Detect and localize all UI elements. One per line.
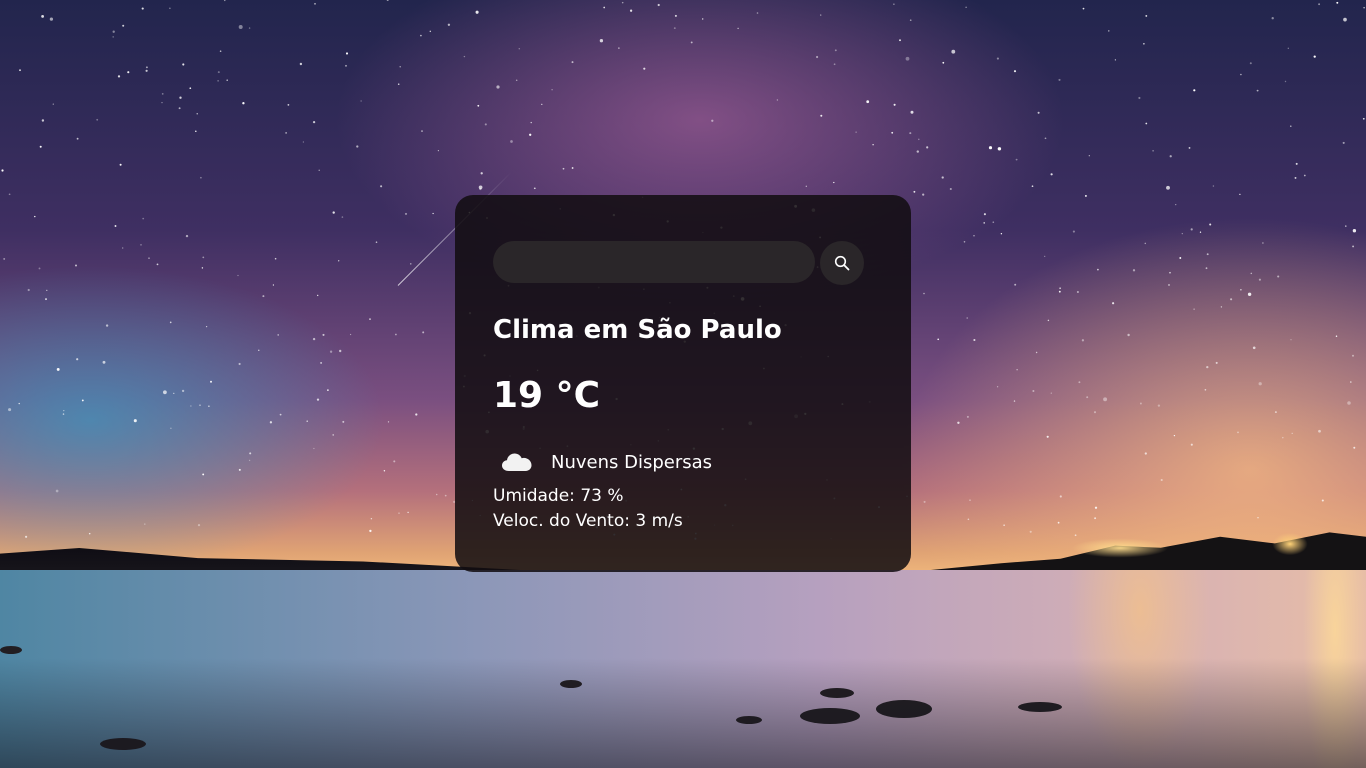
cloud-icon <box>502 453 532 471</box>
search-icon <box>834 255 850 271</box>
wind-value: 3 m/s <box>635 511 683 531</box>
rock <box>800 708 860 724</box>
rock <box>820 688 854 698</box>
rock <box>1018 702 1062 712</box>
sea-water <box>0 570 1366 768</box>
condition-label: Nuvens Dispersas <box>551 451 713 473</box>
wind-label: Veloc. do Vento: <box>493 511 630 531</box>
night-sky-background: Clima em São Paulo 19 °C Nuvens Dispersa… <box>0 0 1366 768</box>
city-title: Clima em São Paulo <box>493 315 782 345</box>
temperature: 19 °C <box>493 375 601 416</box>
humidity-line: Umidade: 73 % <box>493 486 624 506</box>
town-lights <box>1060 530 1320 560</box>
search-bar <box>493 241 865 285</box>
humidity-label: Umidade: <box>493 486 575 506</box>
city-search-input[interactable] <box>493 241 815 283</box>
humidity-value: 73 % <box>580 486 624 506</box>
rock <box>100 738 146 750</box>
wind-line: Veloc. do Vento: 3 m/s <box>493 511 683 531</box>
rock <box>736 716 762 724</box>
rock <box>560 680 582 688</box>
search-button[interactable] <box>820 241 864 285</box>
rock <box>0 646 22 654</box>
weather-condition: Nuvens Dispersas <box>501 449 712 475</box>
rock <box>876 700 932 718</box>
weather-card: Clima em São Paulo 19 °C Nuvens Dispersa… <box>455 195 911 572</box>
